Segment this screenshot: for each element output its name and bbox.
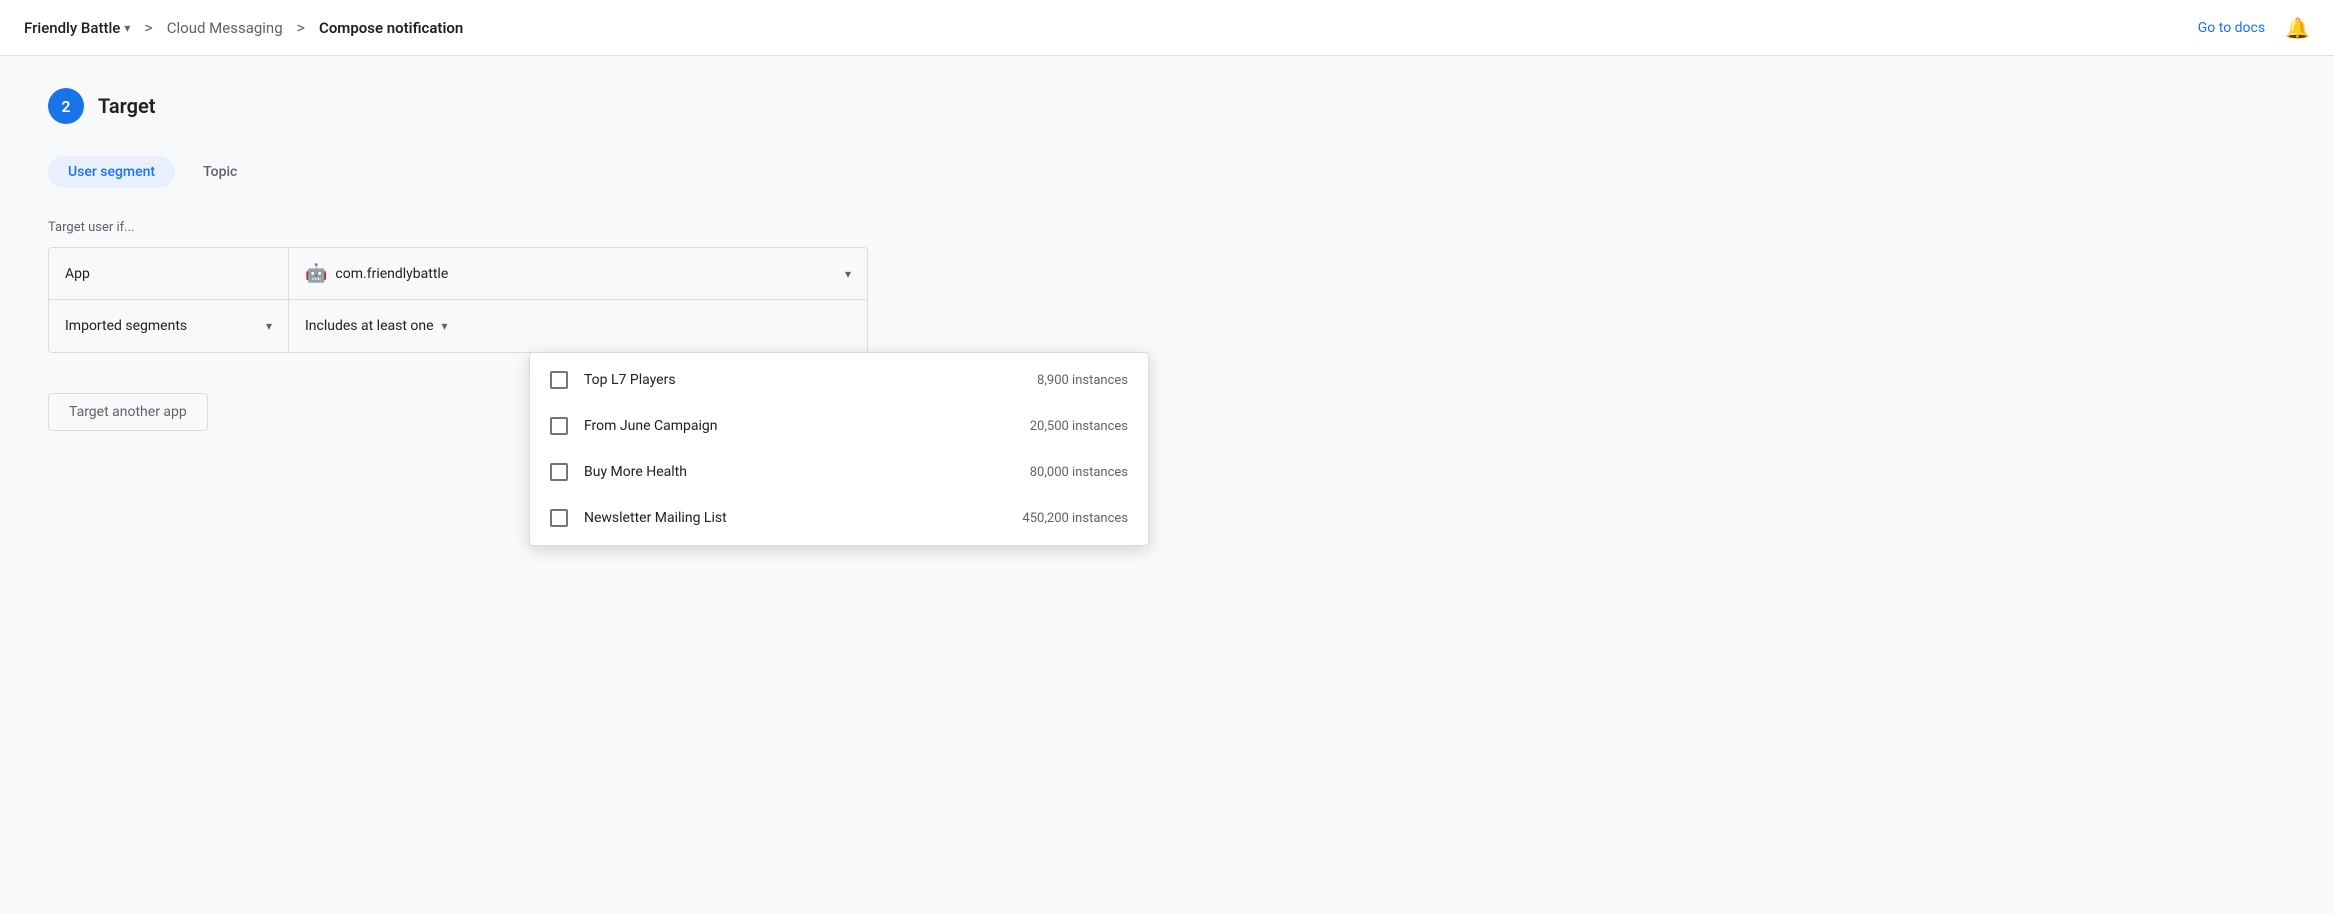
dropdown-item-name-3: Newsletter Mailing List bbox=[584, 510, 1006, 526]
android-icon: 🤖 bbox=[305, 263, 327, 284]
imported-segments-row: Imported segments ▾ Includes at least on… bbox=[49, 300, 867, 352]
app-value-cell[interactable]: 🤖 com.friendlybattle ▾ bbox=[289, 248, 867, 299]
app-label: App bbox=[49, 248, 289, 299]
dropdown-item-0[interactable]: Top L7 Players 8,900 instances bbox=[530, 357, 1148, 403]
step-header: 2 Target bbox=[48, 88, 1152, 124]
target-user-label: Target user if... bbox=[48, 220, 1152, 235]
segment-label-dropdown-arrow-icon: ▾ bbox=[266, 319, 272, 333]
condition-table: App 🤖 com.friendlybattle ▾ Imported segm… bbox=[48, 247, 868, 353]
dropdown-item-name-2: Buy More Health bbox=[584, 464, 1014, 480]
imported-segments-label: Imported segments bbox=[65, 318, 187, 334]
imported-segments-value-cell[interactable]: Includes at least one ▾ bbox=[289, 300, 867, 352]
tabs-container: User segment Topic bbox=[48, 156, 1152, 188]
app-dropdown-arrow-icon: ▾ bbox=[845, 267, 851, 281]
tab-topic[interactable]: Topic bbox=[183, 156, 257, 188]
checkbox-buy-more-health[interactable] bbox=[550, 463, 568, 481]
app-header: Friendly Battle ▾ > Cloud Messaging > Co… bbox=[0, 0, 2334, 56]
checkbox-top-l7[interactable] bbox=[550, 371, 568, 389]
dropdown-item-name-1: From June Campaign bbox=[584, 418, 1014, 434]
dropdown-item-2[interactable]: Buy More Health 80,000 instances bbox=[530, 449, 1148, 495]
dropdown-item-3[interactable]: Newsletter Mailing List 450,200 instance… bbox=[530, 495, 1148, 541]
breadcrumb-separator-2: > bbox=[297, 18, 305, 37]
checkbox-from-june[interactable] bbox=[550, 417, 568, 435]
step-title: Target bbox=[98, 94, 156, 118]
dropdown-item-1[interactable]: From June Campaign 20,500 instances bbox=[530, 403, 1148, 449]
dropdown-item-count-3: 450,200 instances bbox=[1022, 511, 1128, 526]
bell-icon[interactable]: 🔔 bbox=[2285, 16, 2310, 40]
dropdown-item-count-1: 20,500 instances bbox=[1030, 419, 1128, 434]
go-to-docs-link[interactable]: Go to docs bbox=[2198, 20, 2265, 36]
app-name-label: Friendly Battle bbox=[24, 19, 120, 37]
app-row: App 🤖 com.friendlybattle ▾ bbox=[49, 248, 867, 300]
main-content: 2 Target User segment Topic Target user … bbox=[0, 56, 1200, 463]
dropdown-item-name-0: Top L7 Players bbox=[584, 372, 1021, 388]
dropdown-item-count-0: 8,900 instances bbox=[1037, 373, 1128, 388]
imported-segments-value: Includes at least one bbox=[305, 318, 434, 334]
breadcrumb: Friendly Battle ▾ > Cloud Messaging > Co… bbox=[24, 18, 463, 37]
segment-value-dropdown-arrow-icon: ▾ bbox=[442, 319, 448, 333]
imported-segments-label-cell[interactable]: Imported segments ▾ bbox=[49, 300, 289, 352]
dropdown-item-count-2: 80,000 instances bbox=[1030, 465, 1128, 480]
app-chevron-icon: ▾ bbox=[124, 21, 130, 35]
app-value: com.friendlybattle bbox=[335, 266, 448, 282]
header-right: Go to docs 🔔 bbox=[2198, 16, 2310, 40]
checkbox-newsletter[interactable] bbox=[550, 509, 568, 527]
breadcrumb-section: Cloud Messaging bbox=[167, 19, 283, 37]
tab-user-segment[interactable]: User segment bbox=[48, 156, 175, 188]
step-badge: 2 bbox=[48, 88, 84, 124]
segment-dropdown-menu: Top L7 Players 8,900 instances From June… bbox=[529, 352, 1149, 546]
app-name-dropdown[interactable]: Friendly Battle ▾ bbox=[24, 19, 130, 37]
breadcrumb-current: Compose notification bbox=[319, 19, 463, 37]
breadcrumb-separator: > bbox=[144, 18, 152, 37]
target-another-app-button[interactable]: Target another app bbox=[48, 393, 208, 431]
